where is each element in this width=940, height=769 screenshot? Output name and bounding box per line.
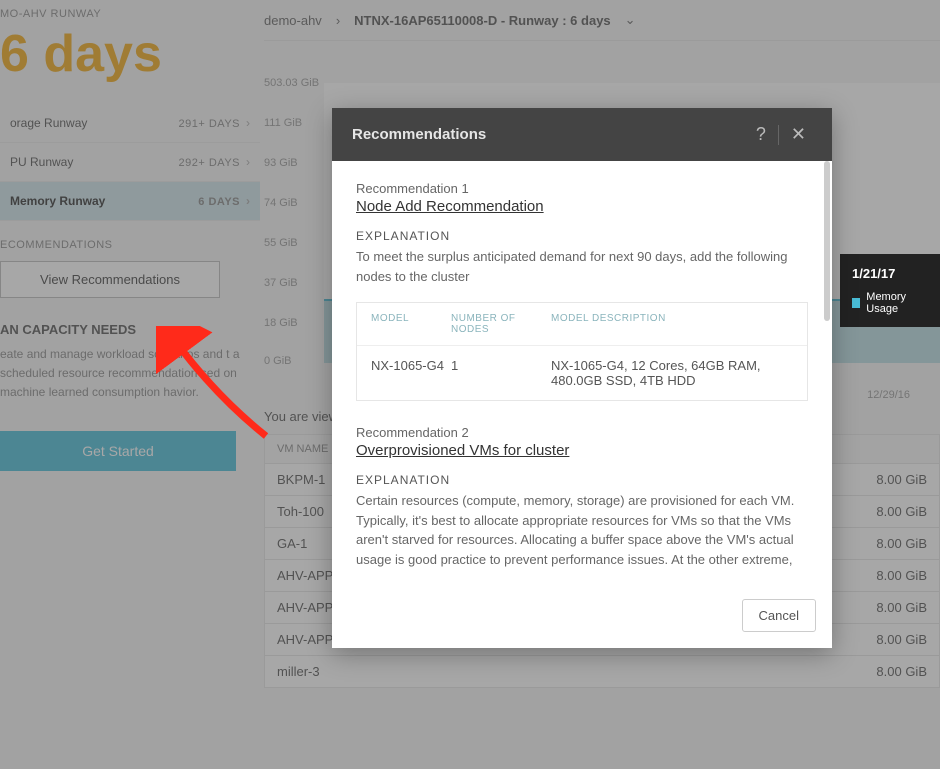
modal-header: Recommendations ? ✕ [332, 108, 832, 161]
modal-title: Recommendations [352, 126, 750, 143]
tooltip-series-label: Memory Usage [866, 291, 928, 315]
cell-desc: NX-1065-G4, 12 Cores, 64GB RAM, 480.0GB … [551, 358, 793, 388]
chart-tooltip: 1/21/17 Memory Usage [840, 254, 940, 327]
close-icon[interactable]: ✕ [785, 124, 812, 145]
help-icon[interactable]: ? [750, 124, 772, 145]
scrollbar-thumb[interactable] [824, 161, 830, 321]
explanation-body: Certain resources (compute, memory, stor… [356, 491, 808, 569]
explanation-heading: EXPLANATION [356, 229, 808, 243]
tooltip-date: 1/21/17 [852, 266, 928, 281]
node-table-header: MODEL NUMBER OF NODES MODEL DESCRIPTION [357, 303, 807, 345]
legend-swatch [852, 298, 860, 308]
col-number-nodes: NUMBER OF NODES [451, 313, 551, 335]
recommendation-label: Recommendation 2 [356, 425, 808, 440]
cancel-button[interactable]: Cancel [742, 599, 816, 632]
col-model-desc: MODEL DESCRIPTION [551, 313, 793, 335]
cell-model: NX-1065-G4 [371, 358, 451, 388]
modal-footer: Cancel [332, 589, 832, 648]
recommendation-label: Recommendation 1 [356, 181, 808, 196]
recommendation-title-link[interactable]: Overprovisioned VMs for cluster [356, 442, 569, 459]
explanation-body: To meet the surplus anticipated demand f… [356, 247, 808, 286]
divider [778, 125, 779, 145]
recommendations-modal: Recommendations ? ✕ Recommendation 1 Nod… [332, 108, 832, 648]
col-model: MODEL [371, 313, 451, 335]
node-table-row: NX-1065-G4 1 NX-1065-G4, 12 Cores, 64GB … [357, 345, 807, 400]
recommendation-title-link[interactable]: Node Add Recommendation [356, 198, 544, 215]
modal-body: Recommendation 1 Node Add Recommendation… [332, 161, 832, 589]
cell-num: 1 [451, 358, 551, 388]
explanation-heading: EXPLANATION [356, 473, 808, 487]
node-add-table: MODEL NUMBER OF NODES MODEL DESCRIPTION … [356, 302, 808, 401]
